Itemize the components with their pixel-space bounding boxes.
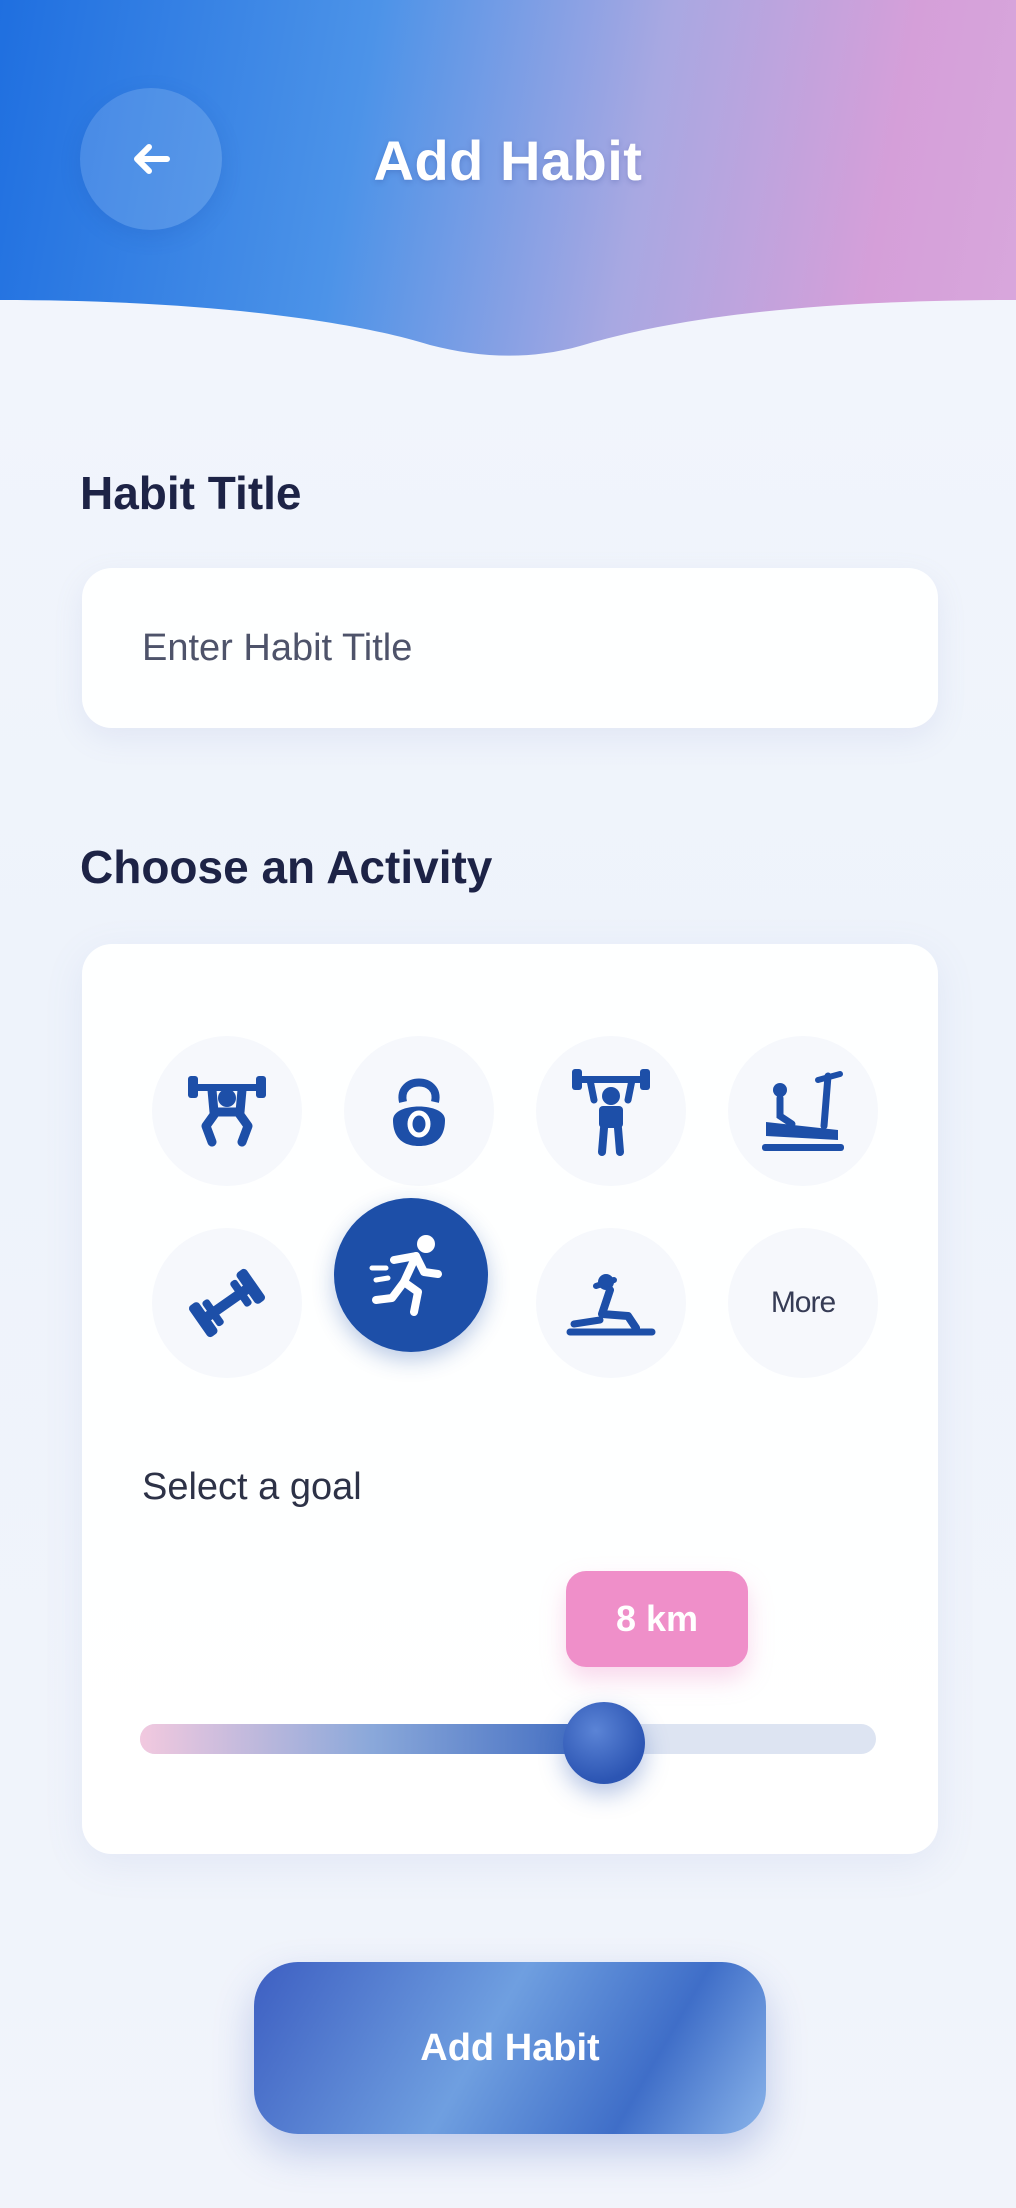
running-icon: [369, 1235, 442, 1316]
page-title: Add Habit: [373, 129, 643, 192]
goal-value-badge: 8 km: [566, 1571, 748, 1667]
activity-more-button[interactable]: More: [728, 1228, 878, 1378]
activity-overhead-press-button[interactable]: [536, 1036, 686, 1186]
more-label: More: [770, 1286, 836, 1319]
squat-barbell-icon: [188, 1076, 266, 1147]
kettlebell-icon: [393, 1078, 445, 1146]
activity-treadmill-button[interactable]: [728, 1036, 878, 1186]
header-wave: [0, 300, 1016, 380]
habit-title-input[interactable]: [82, 568, 938, 728]
activity-card: More Select a goal 8 km: [82, 944, 938, 1854]
activity-label: Choose an Activity: [80, 841, 493, 893]
activity-dumbbell-button[interactable]: [152, 1228, 302, 1378]
activity-kettlebell-button[interactable]: [344, 1036, 494, 1186]
activity-situp-button[interactable]: [536, 1228, 686, 1378]
treadmill-icon: [762, 1071, 844, 1151]
activity-squat-button[interactable]: [152, 1036, 302, 1186]
habit-title-label: Habit Title: [80, 467, 302, 519]
goal-label: Select a goal: [142, 1466, 362, 1508]
goal-slider-thumb[interactable]: [562, 1702, 645, 1784]
situp-icon: [566, 1274, 656, 1336]
add-habit-button[interactable]: Add Habit: [254, 1962, 766, 2134]
activity-running-button[interactable]: [334, 1198, 488, 1352]
goal-slider[interactable]: [140, 1702, 876, 1784]
goal-slider-fill: [140, 1724, 604, 1754]
dumbbell-icon: [189, 1268, 265, 1338]
overhead-press-icon: [572, 1069, 650, 1156]
